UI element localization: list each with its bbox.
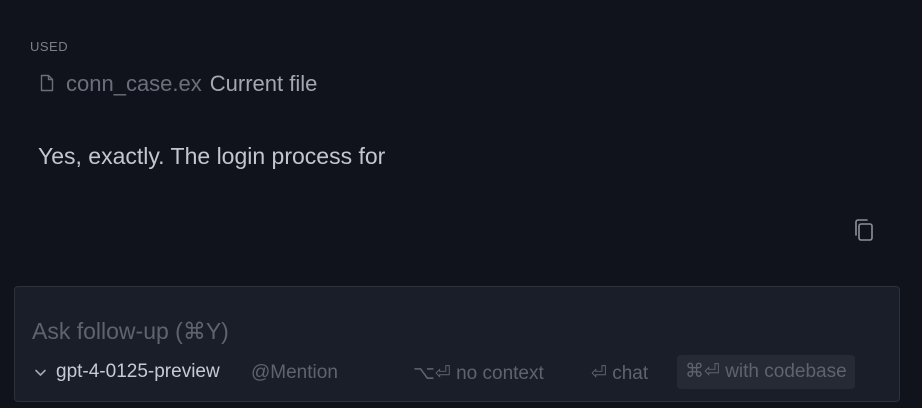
- model-name: gpt-4-0125-preview: [56, 361, 220, 382]
- follow-up-input[interactable]: [32, 315, 872, 347]
- copy-icon: [852, 218, 876, 249]
- copy-button[interactable]: [850, 218, 878, 249]
- no-context-shortcut[interactable]: ⌥⏎ no context: [413, 362, 544, 385]
- chevron-down-icon: [34, 366, 47, 379]
- follow-up-composer: gpt-4-0125-preview @Mention ⌥⏎ no contex…: [14, 286, 900, 402]
- context-file-chip[interactable]: conn_case.ex Current file: [40, 71, 317, 97]
- chat-panel: USED conn_case.ex Current file Yes, exac…: [0, 0, 922, 408]
- mention-label: @Mention: [251, 362, 338, 383]
- model-selector[interactable]: gpt-4-0125-preview: [34, 361, 220, 383]
- codebase-shortcut-button[interactable]: ⌘⏎ with codebase: [677, 355, 855, 389]
- context-file-name: conn_case.ex: [66, 71, 202, 96]
- chat-shortcut[interactable]: ⏎ chat: [591, 362, 648, 385]
- context-file-tag: Current file: [209, 71, 318, 96]
- document-icon: [40, 74, 56, 94]
- used-section-label: USED: [30, 39, 69, 54]
- assistant-message: Yes, exactly. The login process for: [38, 143, 386, 169]
- mention-button[interactable]: @Mention: [251, 362, 338, 384]
